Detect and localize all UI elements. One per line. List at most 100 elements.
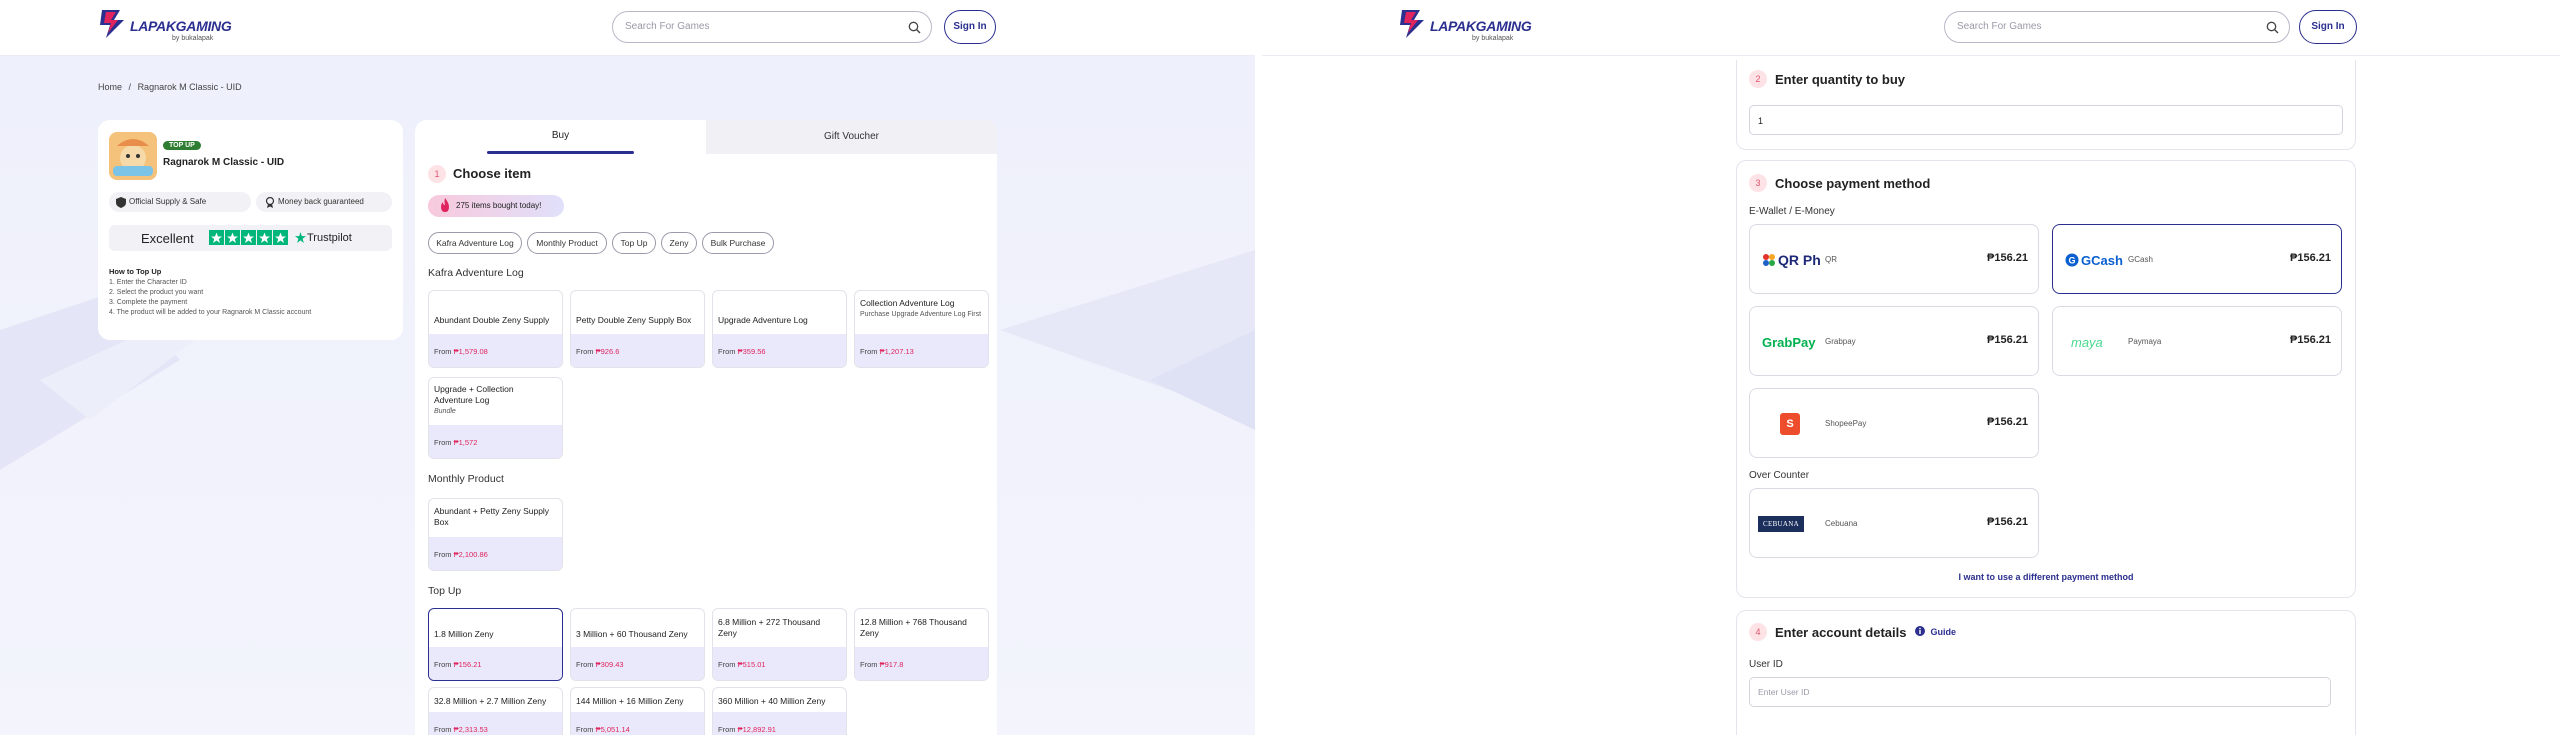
step-number: 4 xyxy=(1749,623,1767,641)
step-number: 3 xyxy=(1749,174,1767,192)
search-icon[interactable] xyxy=(2266,21,2279,34)
product-price-row: From ₱515.01 xyxy=(713,647,846,680)
product-card[interactable]: 12.8 Million + 768 Thousand Zeny From ₱9… xyxy=(854,608,989,681)
payment-card: 3 Choose payment method E-Wallet / E-Mon… xyxy=(1736,160,2356,598)
sign-in-button[interactable]: Sign In xyxy=(2299,10,2357,44)
quantity-input[interactable]: 1 xyxy=(1749,105,2343,135)
product-name: 6.8 Million + 272 Thousand Zeny xyxy=(718,617,821,638)
product-price: ₱12,892.91 xyxy=(737,725,776,734)
payment-option-shopeepay[interactable]: S ShopeePay ₱156.21 xyxy=(1749,388,2039,458)
payment-name: Cebuana xyxy=(1825,519,1858,528)
trustpilot-widget[interactable]: Excellent Trustpilot xyxy=(109,225,392,251)
product-card[interactable]: Petty Double Zeny Supply Box From ₱926.6 xyxy=(570,290,705,368)
product-price-row: From ₱1,579.08 xyxy=(429,334,562,367)
search-placeholder: Search For Games xyxy=(1957,21,2042,32)
product-price-row: From ₱309.43 xyxy=(571,647,704,680)
search-input[interactable]: Search For Games xyxy=(1944,11,2290,43)
feature-money-back-label: Money back guaranteed xyxy=(278,197,364,206)
product-price: ₱1,579.08 xyxy=(453,347,488,356)
brand-sub: by bukalapak xyxy=(1472,35,1514,42)
group-title-monthly: Monthly Product xyxy=(428,473,504,485)
product-card[interactable]: 360 Million + 40 Million Zeny From ₱12,8… xyxy=(712,687,847,735)
game-title: Ragnarok M Classic - UID xyxy=(163,157,285,168)
trustpilot-star-icon xyxy=(295,232,306,243)
qrph-icon xyxy=(1763,254,1775,266)
over-counter-label: Over Counter xyxy=(1749,470,1810,481)
price-from: From xyxy=(434,347,452,356)
product-card[interactable]: Abundant Double Zeny Supply From ₱1,579.… xyxy=(428,290,563,368)
product-card[interactable]: 3 Million + 60 Thousand Zeny From ₱309.4… xyxy=(570,608,705,681)
gcash-icon: G xyxy=(2065,253,2079,267)
product-price: ₱1,572 xyxy=(453,438,478,447)
price-from: From xyxy=(718,725,736,734)
qrph-logo: QR Ph xyxy=(1762,247,1821,273)
different-payment-link[interactable]: I want to use a different payment method xyxy=(1737,572,2355,582)
guide-link[interactable]: Guide xyxy=(1915,626,1956,637)
site-header: LAPAKGAMING by bukalapak Search For Game… xyxy=(0,0,1255,56)
fire-icon xyxy=(441,198,449,212)
search-input[interactable]: Search For Games xyxy=(612,11,932,43)
brand-sub: by bukalapak xyxy=(172,35,214,42)
tab-gift-voucher[interactable]: Gift Voucher xyxy=(706,120,997,154)
right-page: LAPAKGAMING by bukalapak Search For Game… xyxy=(1262,0,2560,735)
product-card[interactable]: 6.8 Million + 272 Thousand Zeny From ₱51… xyxy=(712,608,847,681)
breadcrumb-home[interactable]: Home xyxy=(98,82,122,92)
gcash-logo-text: GCash xyxy=(2081,252,2123,268)
product-card-selected[interactable]: 1.8 Million Zeny From ₱156.21 xyxy=(428,608,563,681)
trust-excellent: Excellent xyxy=(141,231,194,246)
product-card[interactable]: Upgrade Adventure Log From ₱359.56 xyxy=(712,290,847,368)
step-number: 1 xyxy=(428,165,446,183)
filter-chip[interactable]: Kafra Adventure Log xyxy=(428,232,522,254)
product-price: ₱1,207.13 xyxy=(879,347,914,356)
brand-logo[interactable]: LAPAKGAMING by bukalapak xyxy=(1398,8,1532,42)
quantity-title: Enter quantity to buy xyxy=(1775,72,1905,87)
payment-option-gcash-selected[interactable]: G GCash GCash ₱156.21 xyxy=(2052,224,2342,294)
product-name: Upgrade + Collection Adventure Log xyxy=(434,384,514,405)
filter-chip[interactable]: Top Up xyxy=(612,232,656,254)
price-from: From xyxy=(860,660,878,669)
panel-divider xyxy=(1255,0,1262,735)
feature-money-back: Money back guaranteed xyxy=(256,192,392,212)
product-price-row: From ₱917.8 xyxy=(855,647,988,680)
product-price-row: From ₱156.21 xyxy=(429,647,562,680)
price-from: From xyxy=(718,347,736,356)
filter-chip[interactable]: Monthly Product xyxy=(527,232,607,254)
product-card[interactable]: 144 Million + 16 Million Zeny From ₱5,05… xyxy=(570,687,705,735)
userid-placeholder: Enter User ID xyxy=(1758,687,1810,697)
product-card[interactable]: 32.8 Million + 2.7 Million Zeny From ₱2,… xyxy=(428,687,563,735)
howto-step: 1. Enter the Character ID xyxy=(109,279,187,286)
product-subtitle: Bundle xyxy=(434,408,456,415)
left-page: LAPAKGAMING by bukalapak Search For Game… xyxy=(0,0,1255,735)
tab-buy[interactable]: Buy xyxy=(415,120,706,154)
product-card[interactable]: Abundant + Petty Zeny Supply Box From ₱2… xyxy=(428,498,563,571)
payment-price: ₱156.21 xyxy=(1987,334,2028,346)
price-from: From xyxy=(434,725,452,734)
feature-official: Official Supply & Safe xyxy=(109,192,251,212)
game-info-card: TOP UP Ragnarok M Classic - UID Official… xyxy=(98,120,403,340)
product-price: ₱515.01 xyxy=(737,660,766,669)
filter-chip[interactable]: Zeny xyxy=(661,232,697,254)
product-card[interactable]: Upgrade + Collection Adventure Log Bundl… xyxy=(428,377,563,459)
brand-name: LAPAKGAMING xyxy=(130,18,232,34)
price-from: From xyxy=(718,660,736,669)
account-title: Enter account details xyxy=(1775,625,1907,640)
userid-input[interactable]: Enter User ID xyxy=(1749,677,2331,707)
product-card[interactable]: Collection Adventure Log Purchase Upgrad… xyxy=(854,290,989,368)
payment-option-paymaya[interactable]: maya Paymaya ₱156.21 xyxy=(2052,306,2342,376)
payment-option-qr[interactable]: QR Ph QR ₱156.21 xyxy=(1749,224,2039,294)
payment-option-grabpay[interactable]: GrabPay Grabpay ₱156.21 xyxy=(1749,306,2039,376)
tab-gift-voucher-label: Gift Voucher xyxy=(823,131,880,142)
search-icon[interactable] xyxy=(908,21,921,34)
filter-chip[interactable]: Bulk Purchase xyxy=(702,232,774,254)
tab-buy-underline xyxy=(487,151,634,154)
trustpilot-stars-icon xyxy=(209,230,288,245)
breadcrumb-separator: / xyxy=(128,82,132,92)
sign-in-button[interactable]: Sign In xyxy=(944,10,996,44)
payment-option-cebuana[interactable]: CEBUANA Cebuana ₱156.21 xyxy=(1749,488,2039,558)
svg-text:G: G xyxy=(2069,256,2076,266)
brand-logo[interactable]: LAPAKGAMING by bukalapak xyxy=(98,8,232,42)
bought-today-badge: 275 items bought today! xyxy=(428,195,564,217)
product-price: ₱156.21 xyxy=(453,660,482,669)
payment-price: ₱156.21 xyxy=(2290,334,2331,346)
quantity-value: 1 xyxy=(1758,116,1764,126)
